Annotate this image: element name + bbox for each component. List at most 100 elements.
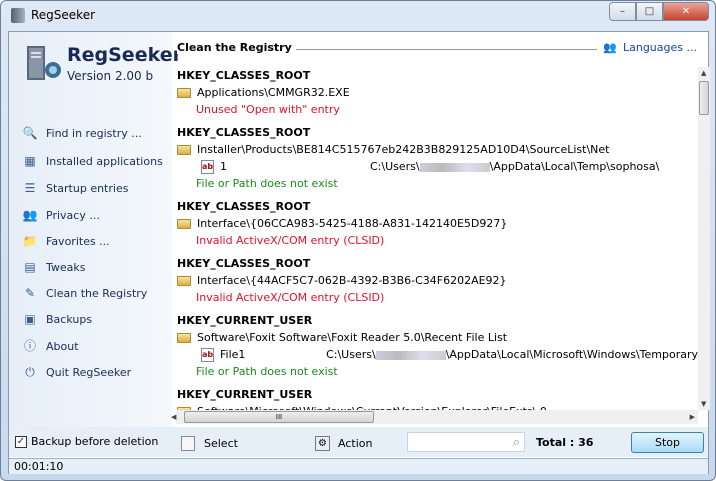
value-path-end: \AppData\Local\Temp\sophosa\ bbox=[489, 160, 660, 173]
key-path: Software\Foxit Software\Foxit Reader 5.0… bbox=[197, 331, 508, 344]
key-path: Interface\{06CCA983-5425-4188-A831-14214… bbox=[197, 217, 508, 230]
total-count: Total : 36 bbox=[536, 436, 594, 449]
sidebar-item-quit-regseeker[interactable]: ⏻ Quit RegSeeker bbox=[22, 364, 131, 380]
folder-icon bbox=[177, 218, 191, 229]
issue-description: Invalid ActiveX/COM entry (CLSID) bbox=[196, 291, 385, 304]
stop-button[interactable]: Stop bbox=[631, 432, 704, 453]
scroll-left-arrow-icon[interactable]: ◀ bbox=[171, 413, 176, 421]
hive-label: HKEY_CLASSES_ROOT bbox=[177, 257, 311, 270]
scroll-up-arrow-icon[interactable]: ▲ bbox=[701, 69, 706, 77]
backup-icon: ▣ bbox=[24, 312, 36, 326]
action-label: Action bbox=[338, 437, 373, 450]
folder-icon bbox=[177, 144, 191, 155]
scroll-right-arrow-icon[interactable]: ▶ bbox=[690, 413, 695, 421]
sidebar-item-tweaks[interactable]: ▤ Tweaks bbox=[22, 259, 86, 275]
registry-entry[interactable]: HKEY_CLASSES_ROOT Interface\{44ACF5C7-06… bbox=[176, 255, 698, 306]
close-button[interactable]: ✕ bbox=[663, 2, 709, 21]
sidebar-item-privacy[interactable]: 👥 Privacy ... bbox=[22, 207, 100, 223]
sidebar-item-label: Find in registry ... bbox=[46, 126, 142, 140]
value-path-start: C:\Users\ bbox=[326, 348, 376, 361]
value-path-end: \AppData\Local\Microsoft\Windows\Tempora… bbox=[445, 348, 698, 361]
key-path: Installer\Products\BE814C515767eb242B3B8… bbox=[197, 143, 610, 156]
power-icon: ⏻ bbox=[25, 365, 35, 379]
brand-name: RegSeeker bbox=[67, 44, 182, 66]
languages-link[interactable]: 👥 Languages ... bbox=[603, 41, 697, 54]
sidebar-item-favorites[interactable]: 📁 Favorites ... bbox=[22, 233, 110, 249]
issue-description: File or Path does not exist bbox=[196, 365, 338, 378]
string-value-icon: ab bbox=[201, 159, 214, 174]
sidebar-item-label: Backups bbox=[46, 312, 93, 326]
client-area: RegSeeker Version 2.00 b 🔍 Find in regist… bbox=[8, 31, 710, 474]
issue-description: Unused "Open with" entry bbox=[196, 103, 340, 116]
registry-entry[interactable]: HKEY_CLASSES_ROOT Interface\{06CCA983-54… bbox=[176, 198, 698, 249]
minimize-button[interactable]: – bbox=[609, 2, 636, 21]
people-icon: 👥 bbox=[603, 41, 617, 54]
sidebar-item-about[interactable]: ⓘ About bbox=[22, 338, 79, 354]
window-title: RegSeeker bbox=[31, 8, 96, 22]
action-button[interactable]: ⚙ Action bbox=[315, 436, 372, 451]
sidebar: RegSeeker Version 2.00 b 🔍 Find in regist… bbox=[9, 32, 182, 427]
backup-checkbox[interactable]: ✓ Backup before deletion bbox=[15, 435, 158, 448]
registry-entry[interactable]: HKEY_CURRENT_USER Software\Microsoft\Win… bbox=[176, 386, 698, 410]
sidebar-item-clean-the-registry[interactable]: ✎ Clean the Registry bbox=[22, 285, 147, 301]
scroll-down-arrow-icon[interactable]: ▼ bbox=[701, 400, 706, 408]
hive-label: HKEY_CLASSES_ROOT bbox=[177, 69, 311, 82]
hive-label: HKEY_CLASSES_ROOT bbox=[177, 126, 311, 139]
regseeker-logo-icon bbox=[27, 46, 61, 80]
sidebar-item-find-in-registry[interactable]: 🔍 Find in registry ... bbox=[22, 125, 142, 141]
vertical-scroll-thumb[interactable] bbox=[699, 81, 709, 115]
hive-label: HKEY_CURRENT_USER bbox=[177, 314, 313, 327]
backup-label: Backup before deletion bbox=[31, 435, 159, 448]
action-icon: ⚙ bbox=[315, 436, 330, 451]
value-name: 1 bbox=[220, 160, 227, 173]
sidebar-item-label: About bbox=[46, 339, 79, 353]
hive-label: HKEY_CLASSES_ROOT bbox=[177, 200, 311, 213]
hive-label: HKEY_CURRENT_USER bbox=[177, 388, 313, 401]
folder-icon bbox=[177, 332, 191, 343]
select-label: Select bbox=[204, 437, 238, 450]
header-divider bbox=[277, 49, 597, 50]
issue-description: Invalid ActiveX/COM entry (CLSID) bbox=[196, 234, 385, 247]
sidebar-item-label: Installed applications bbox=[46, 154, 163, 168]
horizontal-scroll-thumb[interactable]: III bbox=[184, 411, 374, 423]
registry-entry[interactable]: HKEY_CLASSES_ROOT Installer\Products\BE8… bbox=[176, 124, 698, 192]
info-icon: ⓘ bbox=[23, 339, 36, 353]
redacted-username bbox=[419, 162, 490, 172]
registry-entry[interactable]: HKEY_CLASSES_ROOT Applications\CMMGR32.E… bbox=[176, 67, 698, 118]
issue-description: File or Path does not exist bbox=[196, 177, 338, 190]
key-path: Software\Microsoft\Windows\CurrentVersio… bbox=[197, 403, 547, 410]
sidebar-item-startup-entries[interactable]: ☰ Startup entries bbox=[22, 180, 129, 196]
folder-icon: 📁 bbox=[22, 234, 38, 248]
folder-icon bbox=[177, 87, 191, 98]
registry-entry[interactable]: HKEY_CURRENT_USER Software\Foxit Softwar… bbox=[176, 312, 698, 380]
title-bar[interactable]: RegSeeker – □ ✕ bbox=[1, 1, 715, 31]
maximize-button[interactable]: □ bbox=[636, 2, 663, 21]
value-path-start: C:\Users\ bbox=[370, 160, 420, 173]
vertical-scrollbar[interactable]: ▲ ▼ bbox=[698, 67, 710, 410]
version-label: Version 2.00 b bbox=[67, 69, 154, 83]
horizontal-scrollbar[interactable]: ◀ III ▶ bbox=[171, 410, 698, 424]
app-window: RegSeeker – □ ✕ RegSeeker Version 2.00 b… bbox=[0, 0, 716, 481]
sidebar-item-label: Clean the Registry bbox=[46, 286, 148, 300]
folder-icon bbox=[177, 275, 191, 286]
tweaks-icon: ▤ bbox=[24, 260, 36, 274]
sidebar-item-backups[interactable]: ▣ Backups bbox=[22, 311, 92, 327]
checkbox-box[interactable]: ✓ bbox=[15, 435, 27, 448]
value-name: File1 bbox=[220, 348, 246, 361]
search-icon: ⌕ bbox=[512, 434, 520, 450]
redacted-username bbox=[375, 350, 446, 360]
select-button[interactable]: Select bbox=[181, 436, 238, 451]
sidebar-item-label: Favorites ... bbox=[46, 234, 110, 248]
results-list[interactable]: HKEY_CLASSES_ROOT Applications\CMMGR32.E… bbox=[176, 67, 698, 410]
privacy-icon: 👥 bbox=[22, 208, 38, 222]
app-icon bbox=[11, 8, 25, 23]
sidebar-item-label: Tweaks bbox=[46, 260, 86, 274]
sidebar-item-installed-applications[interactable]: ▦ Installed applications bbox=[22, 153, 163, 169]
status-bar-time: 00:01:10 bbox=[9, 458, 708, 474]
value-data: C:\Users\ \AppData\Local\Temp\sophosa\ bbox=[370, 158, 659, 175]
search-input[interactable]: ⌕ bbox=[407, 432, 525, 452]
sidebar-item-label: Startup entries bbox=[46, 181, 129, 195]
select-icon bbox=[181, 436, 195, 451]
search-icon: 🔍 bbox=[22, 126, 38, 140]
clean-icon: ✎ bbox=[24, 286, 36, 300]
